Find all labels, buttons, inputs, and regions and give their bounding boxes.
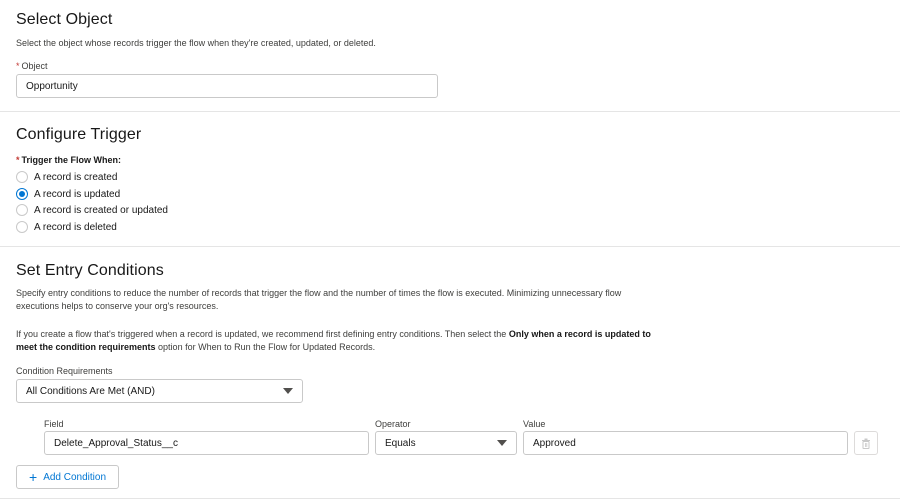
section-divider [0,111,900,112]
radio-option-created-or-updated[interactable]: A record is created or updated [16,204,168,216]
description-text: option for When to Run the Flow for Upda… [158,342,376,352]
description-bold: Only when a record is updated to [508,329,651,339]
object-label: * Object [16,61,48,71]
entry-conditions-description-1: Specify entry conditions to reduce the n… [16,287,696,313]
chevron-down-icon [283,388,293,394]
radio-option-created[interactable]: A record is created [16,171,117,183]
radio-deleted[interactable] [16,221,28,233]
field-label: Field [44,419,64,429]
chevron-down-icon [497,440,507,446]
plus-icon: + [29,469,38,485]
condition-requirements-value: All Conditions Are Met (AND) [26,385,155,397]
radio-label: A record is deleted [34,221,117,233]
description-line: executions helps to conserve your org's … [16,301,219,311]
section-divider [0,498,900,499]
operator-label: Operator [375,419,411,429]
operator-select[interactable]: Equals [375,431,517,455]
add-condition-button[interactable]: + Add Condition [16,465,120,489]
radio-option-updated[interactable]: A record is updated [16,188,120,200]
select-object-title: Select Object [16,11,113,28]
radio-label: A record is updated [34,188,121,200]
configure-trigger-title: Configure Trigger [16,126,142,143]
description-line: Specify entry conditions to reduce the n… [16,288,622,298]
radio-created-or-updated[interactable] [16,204,28,216]
description-bold: meet the condition requirements [16,342,156,352]
section-divider [0,246,900,247]
add-condition-label: Add Condition [43,471,107,483]
radio-option-deleted[interactable]: A record is deleted [16,221,117,233]
description-text: If you create a flow that's triggered wh… [16,329,507,339]
value-input[interactable]: Approved [523,431,848,455]
entry-conditions-title: Set Entry Conditions [16,262,164,279]
operator-value: Equals [385,437,416,449]
entry-conditions-description-2: If you create a flow that's triggered wh… [16,328,696,354]
condition-requirements-label: Condition Requirements [16,366,113,376]
radio-label: A record is created [34,171,118,183]
object-input[interactable]: Opportunity [16,74,438,98]
radio-created[interactable] [16,171,28,183]
delete-condition-button[interactable] [854,431,878,455]
object-label-text: Object [21,61,48,71]
trigger-label-text: Trigger the Flow When: [21,155,122,165]
trash-icon [862,438,870,449]
select-object-description: Select the object whose records trigger … [16,38,376,48]
field-input[interactable]: Delete_Approval_Status__c [44,431,369,455]
value-label: Value [523,419,546,429]
trigger-label: * Trigger the Flow When: [16,155,122,165]
radio-label: A record is created or updated [34,204,168,216]
radio-updated[interactable] [16,188,28,200]
condition-requirements-select[interactable]: All Conditions Are Met (AND) [16,379,303,403]
